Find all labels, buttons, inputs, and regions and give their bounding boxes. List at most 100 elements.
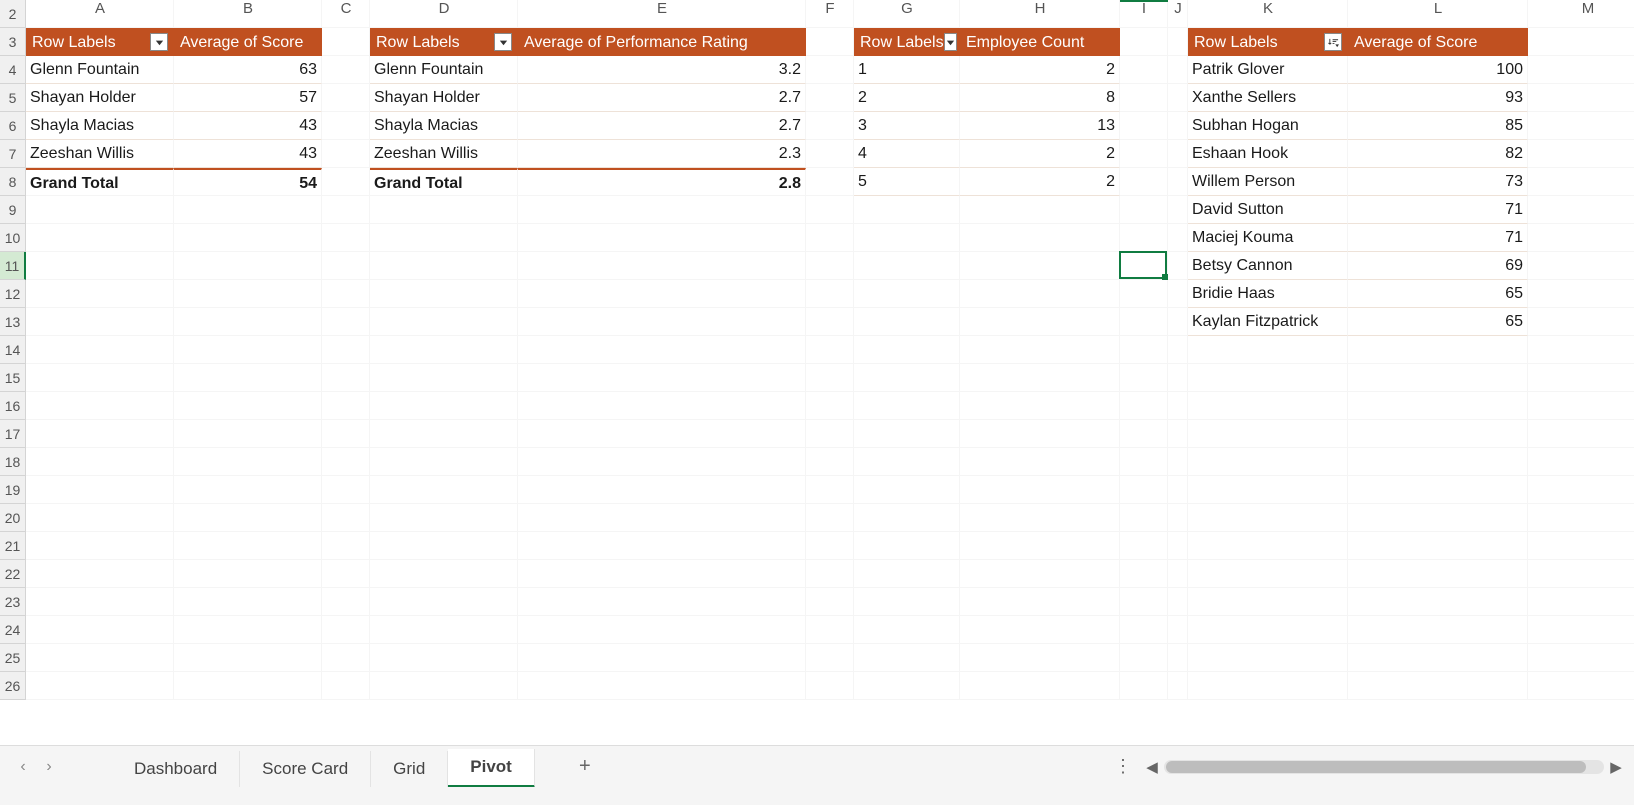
- cell-L23[interactable]: [1348, 588, 1528, 616]
- cell-J9[interactable]: [1168, 196, 1188, 224]
- cell-K23[interactable]: [1188, 588, 1348, 616]
- cell-C21[interactable]: [322, 532, 370, 560]
- cell-M5[interactable]: [1528, 84, 1634, 112]
- cell-C18[interactable]: [322, 448, 370, 476]
- sheet-tab-grid[interactable]: Grid: [371, 751, 448, 787]
- cell-J16[interactable]: [1168, 392, 1188, 420]
- cell-C22[interactable]: [322, 560, 370, 588]
- cell-H17[interactable]: [960, 420, 1120, 448]
- cell-G17[interactable]: [854, 420, 960, 448]
- cell-M13[interactable]: [1528, 308, 1634, 336]
- cell-F26[interactable]: [806, 672, 854, 700]
- cell-G22[interactable]: [854, 560, 960, 588]
- tab-nav-prev[interactable]: ‹: [10, 754, 36, 780]
- cell-F11[interactable]: [806, 252, 854, 280]
- cell-A7[interactable]: Zeeshan Willis: [26, 140, 174, 168]
- cell-M11[interactable]: [1528, 252, 1634, 280]
- row-header-16[interactable]: 16: [0, 392, 26, 420]
- cell-K8[interactable]: Willem Person: [1188, 168, 1348, 196]
- cell-K19[interactable]: [1188, 476, 1348, 504]
- cell-M15[interactable]: [1528, 364, 1634, 392]
- cell-C24[interactable]: [322, 616, 370, 644]
- cell-G16[interactable]: [854, 392, 960, 420]
- cell-B17[interactable]: [174, 420, 322, 448]
- cell-F25[interactable]: [806, 644, 854, 672]
- cell-J20[interactable]: [1168, 504, 1188, 532]
- cell-J4[interactable]: [1168, 56, 1188, 84]
- cell-G24[interactable]: [854, 616, 960, 644]
- cell-H23[interactable]: [960, 588, 1120, 616]
- cell-E7[interactable]: 2.3: [518, 140, 806, 168]
- cell-C15[interactable]: [322, 364, 370, 392]
- cell-D10[interactable]: [370, 224, 518, 252]
- cell-E10[interactable]: [518, 224, 806, 252]
- cell-J23[interactable]: [1168, 588, 1188, 616]
- row-header-26[interactable]: 26: [0, 672, 26, 700]
- cell-E16[interactable]: [518, 392, 806, 420]
- cell-A16[interactable]: [26, 392, 174, 420]
- cell-M12[interactable]: [1528, 280, 1634, 308]
- cell-C3[interactable]: [322, 28, 370, 56]
- cell-F24[interactable]: [806, 616, 854, 644]
- scroll-right-icon[interactable]: ▶: [1608, 759, 1624, 775]
- cell-A13[interactable]: [26, 308, 174, 336]
- scroll-track[interactable]: [1164, 760, 1604, 774]
- cell-C12[interactable]: [322, 280, 370, 308]
- cell-M10[interactable]: [1528, 224, 1634, 252]
- cell-E20[interactable]: [518, 504, 806, 532]
- cell-A24[interactable]: [26, 616, 174, 644]
- cell-E4[interactable]: 3.2: [518, 56, 806, 84]
- row-header-8[interactable]: 8: [0, 168, 26, 196]
- row-header-25[interactable]: 25: [0, 644, 26, 672]
- cell-A6[interactable]: Shayla Macias: [26, 112, 174, 140]
- cell-C8[interactable]: [322, 168, 370, 196]
- cell-J8[interactable]: [1168, 168, 1188, 196]
- cell-I3[interactable]: [1120, 28, 1168, 56]
- add-sheet-button[interactable]: +: [565, 755, 605, 778]
- row-header-20[interactable]: 20: [0, 504, 26, 532]
- cell-M25[interactable]: [1528, 644, 1634, 672]
- cell-B6[interactable]: 43: [174, 112, 322, 140]
- cell-E24[interactable]: [518, 616, 806, 644]
- cell-M20[interactable]: [1528, 504, 1634, 532]
- cell-F12[interactable]: [806, 280, 854, 308]
- cell-B12[interactable]: [174, 280, 322, 308]
- cell-L20[interactable]: [1348, 504, 1528, 532]
- sheet-tab-pivot[interactable]: Pivot: [448, 749, 535, 788]
- cell-L17[interactable]: [1348, 420, 1528, 448]
- cell-H21[interactable]: [960, 532, 1120, 560]
- cell-K13[interactable]: Kaylan Fitzpatrick: [1188, 308, 1348, 336]
- cell-B10[interactable]: [174, 224, 322, 252]
- cell-E14[interactable]: [518, 336, 806, 364]
- cell-A8[interactable]: Grand Total: [26, 168, 174, 196]
- cell-J7[interactable]: [1168, 140, 1188, 168]
- cell-M21[interactable]: [1528, 532, 1634, 560]
- cell-B7[interactable]: 43: [174, 140, 322, 168]
- cell-A19[interactable]: [26, 476, 174, 504]
- cell-D12[interactable]: [370, 280, 518, 308]
- cell-K14[interactable]: [1188, 336, 1348, 364]
- cell-M9[interactable]: [1528, 196, 1634, 224]
- cell-G23[interactable]: [854, 588, 960, 616]
- cell-D23[interactable]: [370, 588, 518, 616]
- cell-C5[interactable]: [322, 84, 370, 112]
- row-header-23[interactable]: 23: [0, 588, 26, 616]
- cell-G10[interactable]: [854, 224, 960, 252]
- cell-M8[interactable]: [1528, 168, 1634, 196]
- cell-I18[interactable]: [1120, 448, 1168, 476]
- cell-B15[interactable]: [174, 364, 322, 392]
- cell-L21[interactable]: [1348, 532, 1528, 560]
- cell-I22[interactable]: [1120, 560, 1168, 588]
- cell-J15[interactable]: [1168, 364, 1188, 392]
- row-header-6[interactable]: 6: [0, 112, 26, 140]
- cell-L11[interactable]: 69: [1348, 252, 1528, 280]
- cell-A15[interactable]: [26, 364, 174, 392]
- cell-L4[interactable]: 100: [1348, 56, 1528, 84]
- sort-filter-icon[interactable]: [1324, 33, 1342, 51]
- cell-F19[interactable]: [806, 476, 854, 504]
- cell-K22[interactable]: [1188, 560, 1348, 588]
- cell-F5[interactable]: [806, 84, 854, 112]
- cell-J22[interactable]: [1168, 560, 1188, 588]
- cell-H4[interactable]: 2: [960, 56, 1120, 84]
- cell-J10[interactable]: [1168, 224, 1188, 252]
